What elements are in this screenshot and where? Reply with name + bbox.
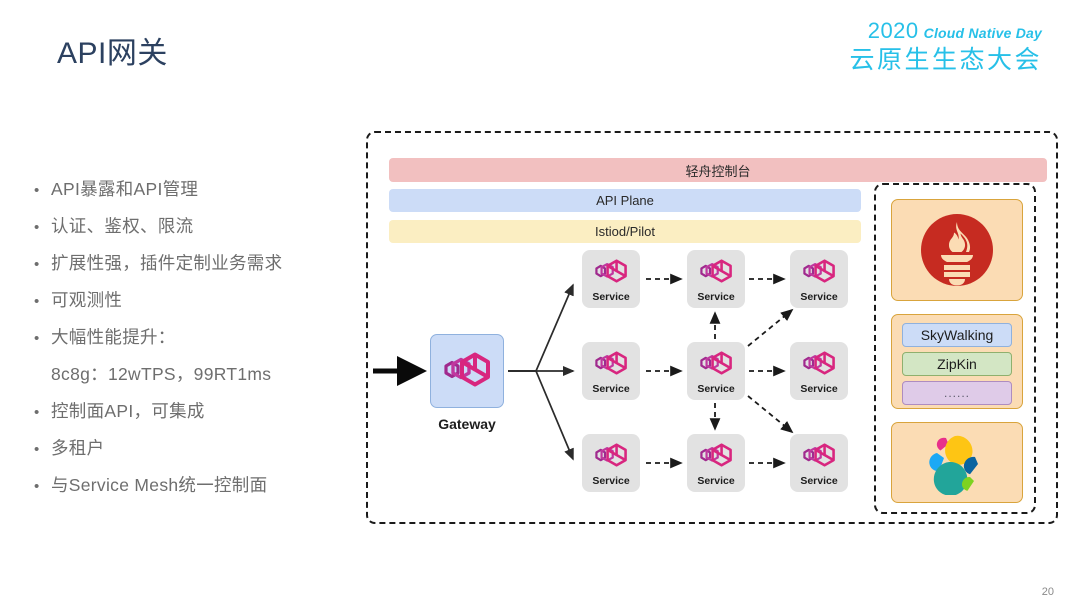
service-node-r2c1[interactable]: Service: [582, 342, 640, 400]
brand-year: 2020: [867, 18, 919, 43]
bullet-label: 多租户: [51, 438, 105, 458]
cube-hexagon-icon: [698, 349, 734, 382]
bullet-label: 与Service Mesh统一控制面: [51, 475, 268, 495]
list-item: • 认证、鉴权、限流: [34, 213, 364, 250]
cube-hexagon-icon: [593, 349, 629, 382]
gateway-box: [430, 334, 504, 408]
cube-hexagon-icon: [593, 257, 629, 290]
service-node-r3c1[interactable]: Service: [582, 434, 640, 492]
service-label: Service: [592, 474, 630, 487]
cube-hexagon-icon: [593, 441, 629, 474]
service-node-r3c3[interactable]: Service: [790, 434, 848, 492]
service-node-r3c2[interactable]: Service: [687, 434, 745, 492]
chip-more-label: ......: [943, 386, 970, 400]
bullet-label: 大幅性能提升：: [51, 327, 176, 347]
list-item: • 与Service Mesh统一控制面: [34, 472, 364, 509]
bullet-label: 认证、鉴权、限流: [51, 216, 194, 236]
prometheus-card[interactable]: [891, 199, 1023, 301]
bullet-dot-icon: •: [34, 219, 40, 236]
brand-chinese: 云原生生态大会: [849, 46, 1042, 74]
bullet-dot-icon: •: [34, 441, 40, 458]
prometheus-logo: [921, 214, 993, 286]
page-number: 20: [1041, 586, 1054, 598]
list-item: • 多租户: [34, 435, 364, 472]
elastic-card[interactable]: [891, 422, 1023, 503]
chip-more[interactable]: ......: [902, 381, 1012, 405]
band-api-plane: API Plane: [389, 189, 861, 212]
cube-hexagon-icon: [444, 352, 490, 387]
service-node-r2c2[interactable]: Service: [687, 342, 745, 400]
bullet-dot-icon: •: [34, 330, 40, 347]
band-istiod-pilot: Istiod/Pilot: [389, 220, 861, 243]
bullet-dot-icon: •: [34, 182, 40, 199]
service-label: Service: [697, 382, 735, 395]
service-label: Service: [800, 290, 838, 303]
service-node-r1c1[interactable]: Service: [582, 250, 640, 308]
feature-bullet-list: • API暴露和API管理 • 认证、鉴权、限流 • 扩展性强，插件定制业务需求…: [34, 176, 364, 509]
observability-panel: SkyWalking ZipKin ......: [874, 183, 1036, 514]
tracing-tools-card: SkyWalking ZipKin ......: [891, 314, 1023, 409]
bullet-label: 8c8g：12wTPS，99RT1ms: [51, 364, 272, 384]
slide: API网关 2020 Cloud Native Day 云原生生态大会 • API…: [0, 0, 1080, 608]
bullet-dot-icon: •: [34, 478, 40, 495]
elastic-logo: [929, 435, 978, 495]
brand-line-english: 2020 Cloud Native Day: [849, 20, 1042, 42]
gateway-node[interactable]: Gateway: [430, 334, 504, 432]
bullet-dot-icon: •: [34, 256, 40, 273]
cube-hexagon-icon: [698, 441, 734, 474]
cube-hexagon-icon: [801, 349, 837, 382]
conference-brand-logo: 2020 Cloud Native Day 云原生生态大会: [849, 20, 1042, 76]
service-label: Service: [697, 290, 735, 303]
bullet-dot-icon: •: [34, 404, 40, 421]
list-item: • 大幅性能提升：: [34, 324, 364, 361]
chip-zipkin[interactable]: ZipKin: [902, 352, 1012, 376]
bullet-label: API暴露和API管理: [51, 179, 199, 199]
service-label: Service: [592, 290, 630, 303]
cube-hexagon-icon: [698, 257, 734, 290]
list-item: • 扩展性强，插件定制业务需求: [34, 250, 364, 287]
list-item: • 控制面API，可集成: [34, 398, 364, 435]
list-item: • API暴露和API管理: [34, 176, 364, 213]
list-item: • 可观测性: [34, 287, 364, 324]
architecture-diagram: 轻舟控制台 API Plane Istiod/Pilot Gateway Ser…: [366, 131, 1058, 524]
service-label: Service: [697, 474, 735, 487]
cube-hexagon-icon: [801, 441, 837, 474]
bullet-label: 可观测性: [51, 290, 123, 310]
bullet-dot-icon: •: [34, 293, 40, 310]
service-node-r1c2[interactable]: Service: [687, 250, 745, 308]
bullet-label: 扩展性强，插件定制业务需求: [51, 253, 283, 273]
brand-english: Cloud Native Day: [923, 25, 1042, 41]
list-item-sub: • 8c8g：12wTPS，99RT1ms: [34, 361, 364, 398]
page-title: API网关: [57, 37, 168, 70]
band-console: 轻舟控制台: [389, 158, 1047, 182]
service-node-r1c3[interactable]: Service: [790, 250, 848, 308]
service-label: Service: [800, 474, 838, 487]
service-label: Service: [592, 382, 630, 395]
service-node-r2c3[interactable]: Service: [790, 342, 848, 400]
service-label: Service: [800, 382, 838, 395]
bullet-label: 控制面API，可集成: [51, 401, 205, 421]
gateway-label: Gateway: [438, 416, 496, 432]
chip-skywalking[interactable]: SkyWalking: [902, 323, 1012, 347]
cube-hexagon-icon: [801, 257, 837, 290]
